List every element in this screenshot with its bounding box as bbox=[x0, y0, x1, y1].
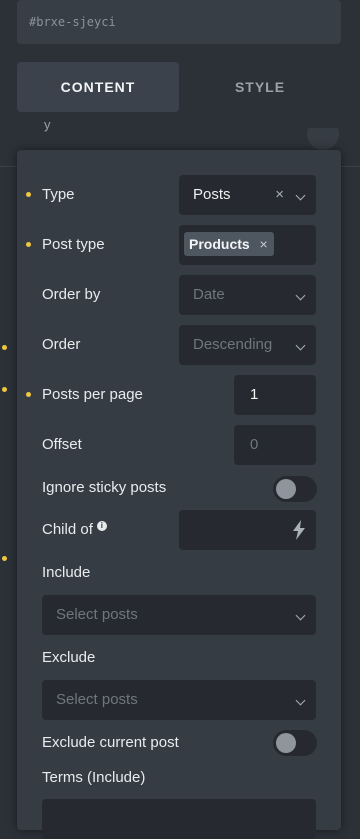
changed-indicator bbox=[2, 556, 7, 561]
include-placeholder: Select posts bbox=[56, 606, 138, 623]
terms-include-select[interactable] bbox=[42, 799, 316, 839]
offset-label: Offset bbox=[42, 436, 82, 453]
chevron-down-icon bbox=[295, 610, 306, 621]
changed-indicator bbox=[2, 345, 7, 350]
type-select[interactable]: Posts × bbox=[179, 175, 316, 215]
order-by-select[interactable]: Date bbox=[179, 275, 316, 315]
offset-input[interactable]: 0 bbox=[234, 425, 316, 465]
order-value: Descending bbox=[193, 336, 273, 353]
include-setting: Select posts bbox=[17, 595, 341, 635]
query-settings-popup: Type Posts × Post type Products × Order … bbox=[17, 150, 341, 839]
post-type-setting: Post type Products × bbox=[17, 225, 341, 265]
order-select[interactable]: Descending bbox=[179, 325, 316, 365]
panel-tabs: CONTENT STYLE bbox=[17, 62, 341, 112]
order-setting: Order Descending bbox=[17, 325, 341, 365]
post-type-label: Post type bbox=[42, 236, 105, 253]
exclude-setting: Select posts bbox=[17, 680, 341, 720]
chevron-down-icon bbox=[295, 695, 306, 706]
type-setting: Type Posts × bbox=[17, 175, 341, 215]
ignore-sticky-toggle[interactable] bbox=[273, 476, 317, 502]
info-icon[interactable]: i bbox=[96, 521, 107, 531]
tab-content[interactable]: CONTENT bbox=[17, 62, 179, 112]
chevron-down-icon bbox=[295, 190, 306, 201]
chevron-down-icon bbox=[295, 340, 306, 351]
child-of-label: Child of bbox=[42, 521, 93, 538]
obscured-control-label: y bbox=[44, 122, 51, 132]
toggle-knob bbox=[276, 733, 296, 753]
type-value: Posts bbox=[193, 186, 231, 203]
order-label: Order bbox=[42, 336, 81, 353]
posts-per-page-label: Posts per page bbox=[42, 386, 143, 403]
include-label: Include bbox=[42, 564, 91, 581]
exclude-label: Exclude bbox=[42, 649, 96, 666]
include-select[interactable]: Select posts bbox=[42, 595, 316, 635]
element-id-field[interactable]: #brxe-sjeyci bbox=[17, 0, 341, 44]
posts-per-page-value: 1 bbox=[250, 386, 259, 403]
child-of-setting: Child of i bbox=[17, 510, 341, 550]
popup-caret bbox=[307, 128, 339, 150]
posts-per-page-input[interactable]: 1 bbox=[234, 375, 316, 415]
exclude-current-toggle[interactable] bbox=[273, 730, 317, 756]
bolt-icon[interactable] bbox=[292, 520, 306, 540]
clear-icon[interactable]: × bbox=[275, 175, 284, 215]
type-label: Type bbox=[42, 186, 75, 203]
order-by-label: Order by bbox=[42, 286, 101, 303]
offset-setting: Offset 0 bbox=[17, 425, 341, 465]
exclude-current-label: Exclude current post bbox=[42, 734, 179, 751]
remove-tag-icon[interactable]: × bbox=[260, 232, 268, 256]
post-type-tag-label: Products bbox=[189, 236, 250, 252]
exclude-select[interactable]: Select posts bbox=[42, 680, 316, 720]
child-of-select[interactable] bbox=[179, 510, 316, 550]
changed-indicator bbox=[2, 387, 7, 392]
post-type-tag: Products × bbox=[184, 232, 274, 256]
exclude-placeholder: Select posts bbox=[56, 691, 138, 708]
ignore-sticky-label: Ignore sticky posts bbox=[42, 479, 167, 496]
posts-per-page-setting: Posts per page 1 bbox=[17, 375, 341, 415]
changed-indicator bbox=[26, 242, 31, 247]
toggle-knob bbox=[276, 479, 296, 499]
changed-indicator bbox=[26, 392, 31, 397]
tab-style[interactable]: STYLE bbox=[179, 62, 341, 112]
order-by-setting: Order by Date bbox=[17, 275, 341, 315]
child-of-label-wrap: Child of i bbox=[42, 510, 107, 550]
post-type-multiselect[interactable]: Products × bbox=[179, 225, 316, 265]
chevron-down-icon bbox=[295, 290, 306, 301]
terms-include-setting bbox=[17, 799, 341, 839]
changed-indicator bbox=[26, 192, 31, 197]
offset-placeholder: 0 bbox=[250, 436, 259, 453]
order-by-value: Date bbox=[193, 286, 225, 303]
terms-include-label: Terms (Include) bbox=[42, 769, 146, 786]
